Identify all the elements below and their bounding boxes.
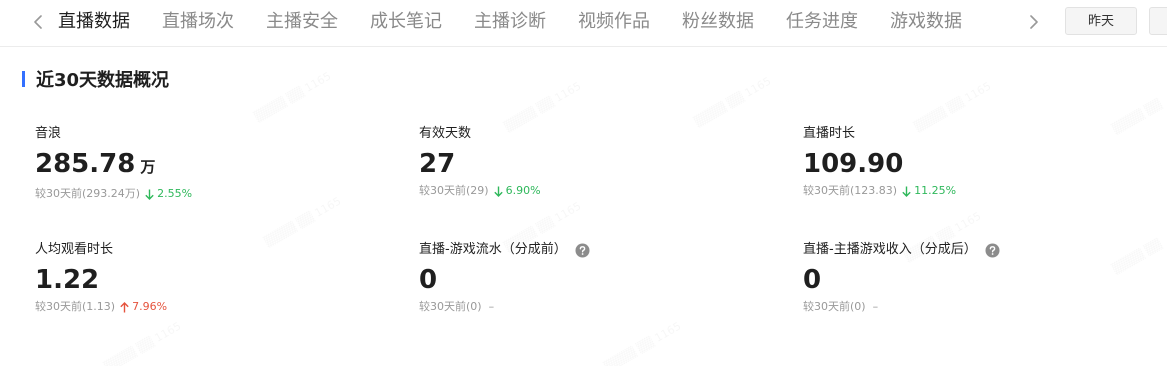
metric-change: 6.90% <box>493 183 541 199</box>
arrow-down-icon <box>493 186 503 197</box>
metric-compare: 较30天前(0) – <box>803 300 879 313</box>
date-range-button[interactable] <box>1149 7 1167 35</box>
metric-unit: 万 <box>140 158 156 176</box>
metric-value: 285.78 万 <box>35 149 156 179</box>
metric-value: 0 <box>803 265 822 295</box>
metric-compare: 较30天前(1.13) 7.96% <box>35 299 168 315</box>
arrow-up-icon <box>120 301 129 312</box>
metric-label: 直播-游戏流水（分成前） <box>419 241 759 259</box>
chevron-left-icon <box>34 15 42 29</box>
section-title: 近30天数据概况 <box>36 70 170 91</box>
metric-label: 人均观看时长 <box>35 242 114 257</box>
live-data-page: 直播数据 直播场次 主播安全 成长笔记 主播诊断 视频作品 粉丝数据 任务进度 … <box>0 0 1167 366</box>
tab-list: 直播数据 直播场次 主播安全 成长笔记 主播诊断 视频作品 粉丝数据 任务进度 … <box>58 9 962 35</box>
metric-change: – <box>872 300 879 313</box>
metric-card-valid-days: 有效天数 27 较30天前(29) 6.90% <box>419 125 759 199</box>
metric-label: 直播-主播游戏收入（分成后） <box>803 241 1143 259</box>
tab-live-sessions[interactable]: 直播场次 <box>162 9 234 35</box>
metric-label: 有效天数 <box>419 126 472 141</box>
metric-card-anchor-game-income-after-split: 直播-主播游戏收入（分成后） 0 较30天前(0) – <box>803 241 1143 315</box>
tab-fan-data[interactable]: 粉丝数据 <box>682 9 754 35</box>
arrow-down-icon <box>145 189 154 200</box>
metric-card-live-duration: 直播时长 109.90 较30天前(123.83) 11.25% <box>803 125 1143 199</box>
tab-growth-notes[interactable]: 成长笔记 <box>370 9 442 35</box>
metric-value: 109.90 <box>803 149 904 179</box>
question-circle-icon[interactable] <box>985 243 1000 258</box>
tab-live-data[interactable]: 直播数据 <box>58 9 130 35</box>
metric-value: 1.22 <box>35 265 100 295</box>
tab-anchor-safety[interactable]: 主播安全 <box>266 9 338 35</box>
metric-card-game-revenue-before-split: 直播-游戏流水（分成前） 0 较30天前(0) – <box>419 241 759 315</box>
metric-card-sound-waves: 音浪 285.78 万 较30天前(293.24万) 2.55% <box>35 125 375 202</box>
metric-change: 7.96% <box>120 299 167 315</box>
metric-value: 27 <box>419 149 456 179</box>
metric-value: 0 <box>419 265 438 295</box>
tab-task-progress[interactable]: 任务进度 <box>786 9 858 35</box>
metric-compare: 较30天前(293.24万) 2.55% <box>35 186 193 202</box>
tab-anchor-diagnosis[interactable]: 主播诊断 <box>474 9 546 35</box>
question-circle-icon[interactable] <box>575 243 590 258</box>
metric-change: 2.55% <box>145 186 192 202</box>
metric-card-avg-watch-time: 人均观看时长 1.22 较30天前(1.13) 7.96% <box>35 241 375 315</box>
section-accent-bar <box>22 71 25 87</box>
metric-change: – <box>488 300 495 313</box>
chevron-right-icon <box>1030 15 1038 29</box>
metric-compare: 较30天前(0) – <box>419 300 495 313</box>
tab-bar: 直播数据 直播场次 主播安全 成长笔记 主播诊断 视频作品 粉丝数据 任务进度 … <box>0 0 1167 47</box>
section-header: 近30天数据概况 <box>22 67 169 91</box>
arrow-down-icon <box>902 186 911 197</box>
yesterday-button[interactable]: 昨天 <box>1065 7 1137 35</box>
tab-game-data[interactable]: 游戏数据 <box>890 9 962 35</box>
metric-compare: 较30天前(123.83) 11.25% <box>803 183 957 199</box>
metric-label: 直播时长 <box>803 126 856 141</box>
tabs-scroll-right-button[interactable] <box>1024 11 1044 33</box>
tabs-scroll-left-button[interactable] <box>28 11 48 33</box>
metric-change: 11.25% <box>902 183 956 199</box>
metric-label: 音浪 <box>35 126 62 141</box>
metric-compare: 较30天前(29) 6.90% <box>419 183 541 199</box>
tab-video-works[interactable]: 视频作品 <box>578 9 650 35</box>
